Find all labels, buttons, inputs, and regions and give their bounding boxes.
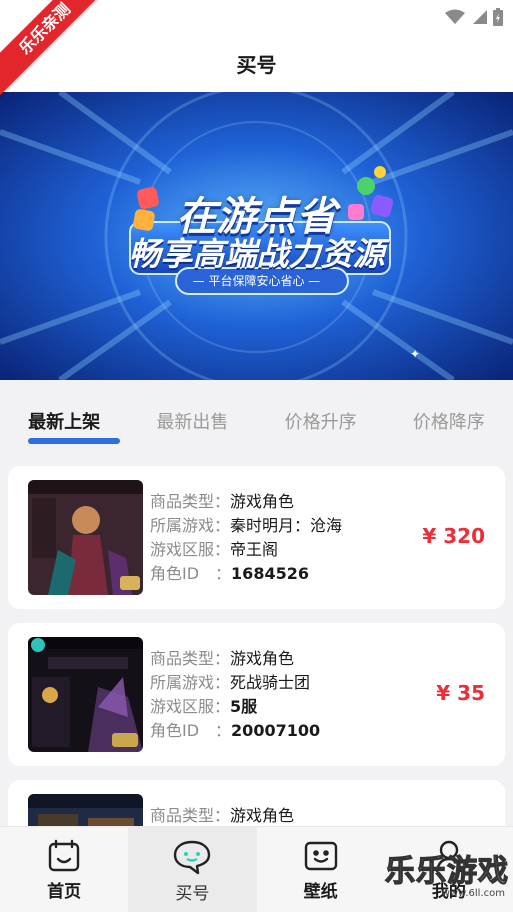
tab-latest-sold[interactable]: 最新出售 [128,380,256,452]
nav-item-home[interactable]: 首页 [0,827,128,912]
nav-item-wallpaper[interactable]: 壁纸 [257,827,385,912]
listing-info: 商品类型： 游戏角色 [150,804,294,828]
banner-tagline: — 平台保障安心省心 — [192,274,321,288]
server-label: 游戏区服： [150,697,231,716]
listing-card[interactable]: 商品类型： 游戏角色 所属游戏： 秦时明月：沧海 游戏区服： 帝王阁 角色ID ： 16… [8,466,505,609]
game-label: 所属游戏： [150,673,231,692]
chat-bubble-icon [174,840,211,875]
role-id-value: 1684526 [231,564,309,583]
nav-label: 壁纸 [303,882,338,902]
signal-icon [473,10,487,24]
listing-price: ¥ 320 [422,524,485,548]
tab-label: 价格升序 [284,412,357,433]
listing-thumbnail [28,480,143,595]
page-title: 买号 [236,52,277,77]
bottom-nav: 首页 买号 壁纸 我的 乐乐游戏 www.6ll.com [0,826,513,912]
banner-subheadline: 畅享高端战力资源 [128,235,385,273]
watermark: 乐乐游戏 www.6ll.com [384,836,509,908]
nav-item-buy-account[interactable]: 买号 [128,827,257,912]
tab-active-indicator [28,438,121,444]
sort-tabs: 最新上架 最新出售 价格升序 价格降序 [0,380,513,452]
game-label: 所属游戏： [150,516,231,535]
tab-latest-listed[interactable]: 最新上架 [0,380,128,452]
server-label: 游戏区服： [150,540,231,559]
listing-info: 商品类型： 游戏角色 所属游戏： 死战骑士团 游戏区服： 5服 角色ID ： 20007… [150,647,320,743]
watermark-text: 乐乐游戏 [384,853,509,889]
status-icons [445,8,503,26]
tab-label: 最新上架 [28,412,101,433]
role-id-label: 角色ID ： [150,721,232,740]
page-header: 买号 [0,34,513,92]
type-label: 商品类型： [150,806,231,825]
promo-banner[interactable]: ✦ 在游点省 畅享高端战力资源 — 平台保障安心省心 — [0,92,513,380]
tab-label: 价格降序 [412,412,485,433]
home-box-icon [48,839,80,872]
listing-price: ¥ 35 [436,681,485,705]
server-value: 帝王阁 [230,540,279,559]
tab-price-descending[interactable]: 价格降序 [385,380,513,452]
tab-label: 最新出售 [156,412,229,433]
watermark-url: www.6ll.com [441,888,505,899]
server-value: 5服 [230,697,258,716]
tab-price-ascending[interactable]: 价格升序 [257,380,385,452]
listing-thumbnail [28,637,143,752]
type-value: 游戏角色 [230,492,295,511]
listing-card[interactable]: 商品类型： 游戏角色 所属游戏： 死战骑士团 游戏区服： 5服 角色ID ： 20007… [8,623,505,766]
type-label: 商品类型： [150,649,231,668]
type-value: 游戏角色 [230,806,295,825]
type-value: 游戏角色 [230,649,295,668]
type-label: 商品类型： [150,492,231,511]
svg-text:✦: ✦ [410,347,420,361]
nav-label: 买号 [175,884,210,904]
game-value: 秦时明月：沧海 [230,516,343,535]
battery-icon [493,8,503,26]
wifi-icon [445,9,465,24]
listing-info: 商品类型： 游戏角色 所属游戏： 秦时明月：沧海 游戏区服： 帝王阁 角色ID ： 16… [150,490,342,586]
nav-label: 首页 [47,882,82,902]
game-value: 死战骑士团 [230,673,311,692]
role-id-value: 20007100 [231,721,321,740]
role-id-label: 角色ID ： [150,564,232,583]
wallpaper-icon [304,841,337,871]
